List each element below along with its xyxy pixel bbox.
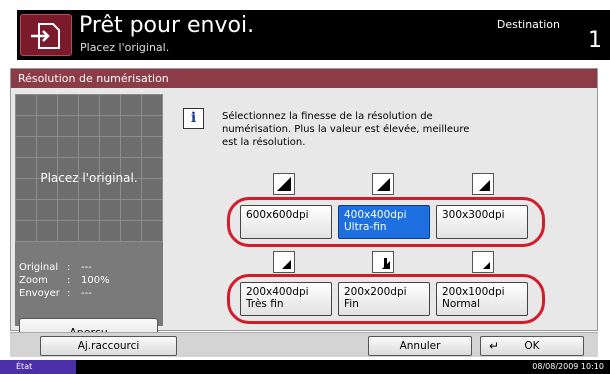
info-value: 100% [81,275,110,286]
option-300x300dpi[interactable]: 300x300dpi [436,205,528,239]
info-value: --- [81,262,92,273]
option-resolution: 200x100dpi [442,286,505,298]
destination-count: 1 [588,28,602,53]
panel-title: Résolution de numérisation [11,69,597,88]
resolution-level-icon [372,173,394,195]
info-icon: i [183,108,204,129]
instruction-text: Sélectionnez la finesse de la résolution… [222,111,470,148]
info-zoom: Zoom:100% [19,275,110,286]
header: Prêt pour envoi. Placez l'original. Dest… [17,10,610,60]
option-resolution: 200x200dpi [344,286,407,298]
option-quality: Normal [442,298,480,310]
info-key: Envoyer [19,288,60,299]
info-send: Envoyer: --- [19,288,92,299]
option-200x100dpi[interactable]: 200x100dpi Normal [436,282,528,316]
resolution-level-icon [273,173,295,195]
option-resolution: 300x300dpi [442,209,505,221]
info-key: Original [19,262,59,273]
send-icon [20,14,72,56]
bottom-bar: Aj.raccourci Annuler ↵ OK [10,332,598,357]
option-quality: Très fin [246,298,284,310]
enter-icon: ↵ [489,339,500,353]
option-200x200dpi[interactable]: 200x200dpi Fin [338,282,430,316]
scan-resolution-panel: Résolution de numérisation Placez l'orig… [10,68,598,348]
option-600x600dpi[interactable]: 600x600dpi [240,205,332,239]
status-bar: État 08/08/2009 10:10 [0,360,610,374]
info-key: Zoom [19,275,48,286]
resolution-level-icon [273,251,295,273]
option-400x400dpi[interactable]: 400x400dpi Ultra-fin [338,205,430,239]
screen-subtitle: Placez l'original. [80,41,170,54]
info-value: --- [81,288,92,299]
preview-grid [15,94,163,242]
option-resolution: 600x600dpi [246,209,309,221]
status-button[interactable]: État [0,360,76,374]
option-resolution: 200x400dpi [246,286,309,298]
ok-label: OK [524,340,540,352]
screen-title: Prêt pour envoi. [79,13,255,38]
preview-area: Placez l'original. Original: --- Zoom:100… [15,94,163,348]
resolution-level-icon [472,251,494,273]
resolution-level-icon [472,173,494,195]
add-shortcut-button[interactable]: Aj.raccourci [40,336,177,356]
date-time: 08/08/2009 10:10 [532,362,604,371]
destination-label: Destination [496,18,560,31]
resolution-level-icon [372,251,394,273]
cancel-button[interactable]: Annuler [368,336,472,356]
preview-placeholder: Placez l'original. [40,171,138,185]
option-resolution: 400x400dpi [344,209,407,221]
option-quality: Fin [344,298,359,310]
option-quality: Ultra-fin [344,221,387,233]
ok-button[interactable]: ↵ OK [480,336,584,356]
option-200x400dpi[interactable]: 200x400dpi Très fin [240,282,332,316]
info-original: Original: --- [19,262,92,273]
